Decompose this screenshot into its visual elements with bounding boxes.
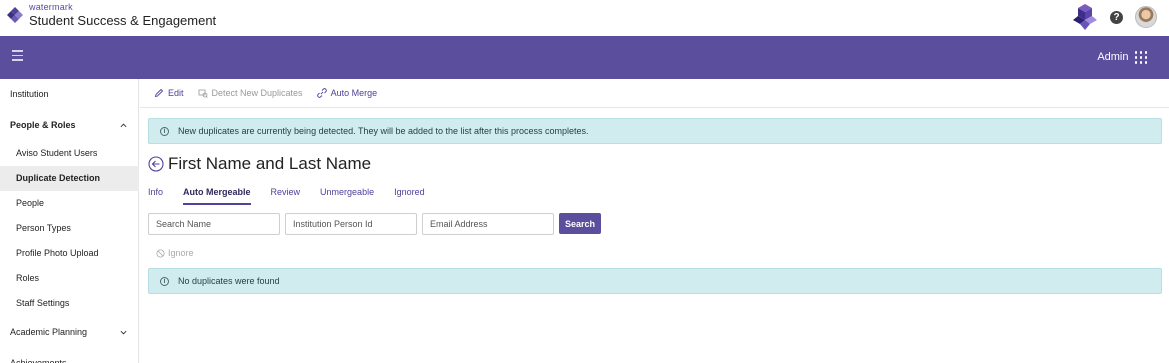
- tab-unmergeable[interactable]: Unmergeable: [320, 187, 374, 205]
- auto-merge-label: Auto Merge: [330, 88, 378, 98]
- main-content: Edit Detect New Duplicates Auto Merge i …: [140, 79, 1169, 363]
- sidebar-item-staff-settings[interactable]: Staff Settings: [0, 291, 139, 316]
- detect-label: Detect New Duplicates: [211, 88, 303, 98]
- tab-review[interactable]: Review: [271, 187, 301, 205]
- sidebar-item-label: Achievements: [10, 358, 67, 363]
- search-row: Search: [148, 213, 601, 235]
- sidebar-item-label: Institution: [10, 89, 49, 99]
- no-duplicates-text: No duplicates were found: [178, 276, 280, 286]
- sidebar-item-aviso-student-users[interactable]: Aviso Student Users: [0, 141, 139, 166]
- back-arrow-icon[interactable]: [148, 156, 164, 172]
- help-icon[interactable]: ?: [1110, 10, 1123, 24]
- tab-ignored[interactable]: Ignored: [394, 187, 425, 205]
- detect-new-duplicates-button[interactable]: Detect New Duplicates: [198, 88, 303, 98]
- sidebar-item-person-types[interactable]: Person Types: [0, 216, 139, 241]
- brand[interactable]: watermark Student Success & Engagement: [6, 3, 216, 29]
- auto-merge-button[interactable]: Auto Merge: [316, 88, 378, 98]
- ignore-label: Ignore: [168, 248, 194, 258]
- link-icon: [316, 88, 327, 98]
- avatar[interactable]: [1135, 6, 1157, 28]
- sidebar: Institution People & Roles Aviso Student…: [0, 79, 139, 363]
- page-header: First Name and Last Name: [148, 154, 371, 174]
- top-brand-bar: watermark Student Success & Engagement ?: [0, 0, 1169, 36]
- info-icon: i: [160, 276, 169, 286]
- sidebar-item-roles[interactable]: Roles: [0, 266, 139, 291]
- pencil-icon: [154, 88, 164, 98]
- apps-grid-icon[interactable]: [1134, 51, 1147, 64]
- edit-label: Edit: [168, 88, 184, 98]
- watermark-logo-icon: [7, 7, 23, 23]
- page-title: First Name and Last Name: [168, 154, 372, 173]
- tab-info[interactable]: Info: [148, 187, 163, 205]
- sidebar-item-label: Duplicate Detection: [16, 173, 101, 183]
- admin-label: Admin: [1097, 51, 1129, 64]
- sidebar-item-academic-planning[interactable]: Academic Planning: [0, 320, 139, 345]
- sidebar-item-label: Staff Settings: [16, 298, 70, 308]
- tab-bar: Info Auto Mergeable Review Unmergeable I…: [148, 187, 445, 205]
- app-title: Student Success & Engagement: [29, 13, 217, 28]
- chevron-up-icon: [120, 123, 127, 128]
- sidebar-item-label: Aviso Student Users: [16, 148, 98, 158]
- sidebar-item-label: Roles: [16, 273, 40, 283]
- sidebar-item-institution[interactable]: Institution: [0, 82, 139, 107]
- detect-icon: [198, 89, 208, 98]
- info-icon: i: [160, 126, 169, 136]
- email-address-input[interactable]: [422, 213, 554, 235]
- sidebar-item-label: Academic Planning: [10, 327, 88, 337]
- no-duplicates-alert: i No duplicates were found: [148, 268, 1162, 294]
- detecting-alert-text: New duplicates are currently being detec…: [178, 126, 589, 136]
- institution-person-id-input[interactable]: [285, 213, 417, 235]
- app-logo-icon: [1073, 4, 1097, 30]
- sidebar-item-label: People: [16, 198, 45, 208]
- sidebar-item-profile-photo-upload[interactable]: Profile Photo Upload: [0, 241, 139, 266]
- sidebar-item-duplicate-detection[interactable]: Duplicate Detection: [0, 166, 139, 191]
- hamburger-icon[interactable]: [12, 50, 25, 62]
- sidebar-item-label: Profile Photo Upload: [16, 248, 99, 258]
- chevron-down-icon: [120, 330, 127, 335]
- sidebar-item-people[interactable]: People: [0, 191, 139, 216]
- sidebar-item-achievements[interactable]: Achievements: [0, 351, 139, 363]
- search-button[interactable]: Search: [559, 213, 601, 234]
- sidebar-item-label: Person Types: [16, 223, 71, 233]
- tab-auto-mergeable[interactable]: Auto Mergeable: [183, 187, 251, 205]
- detecting-alert: i New duplicates are currently being det…: [148, 118, 1162, 144]
- edit-button[interactable]: Edit: [154, 88, 184, 98]
- main-nav-bar: Admin: [0, 36, 1169, 79]
- sidebar-item-label: People & Roles: [10, 120, 76, 130]
- search-name-input[interactable]: [148, 213, 280, 235]
- ban-icon: [156, 248, 165, 258]
- toolbar: Edit Detect New Duplicates Auto Merge: [140, 79, 1169, 108]
- sidebar-item-people-roles[interactable]: People & Roles: [0, 113, 139, 138]
- ignore-button[interactable]: Ignore: [156, 248, 194, 258]
- admin-menu[interactable]: Admin: [1097, 51, 1147, 64]
- brand-small-label: watermark: [29, 2, 73, 12]
